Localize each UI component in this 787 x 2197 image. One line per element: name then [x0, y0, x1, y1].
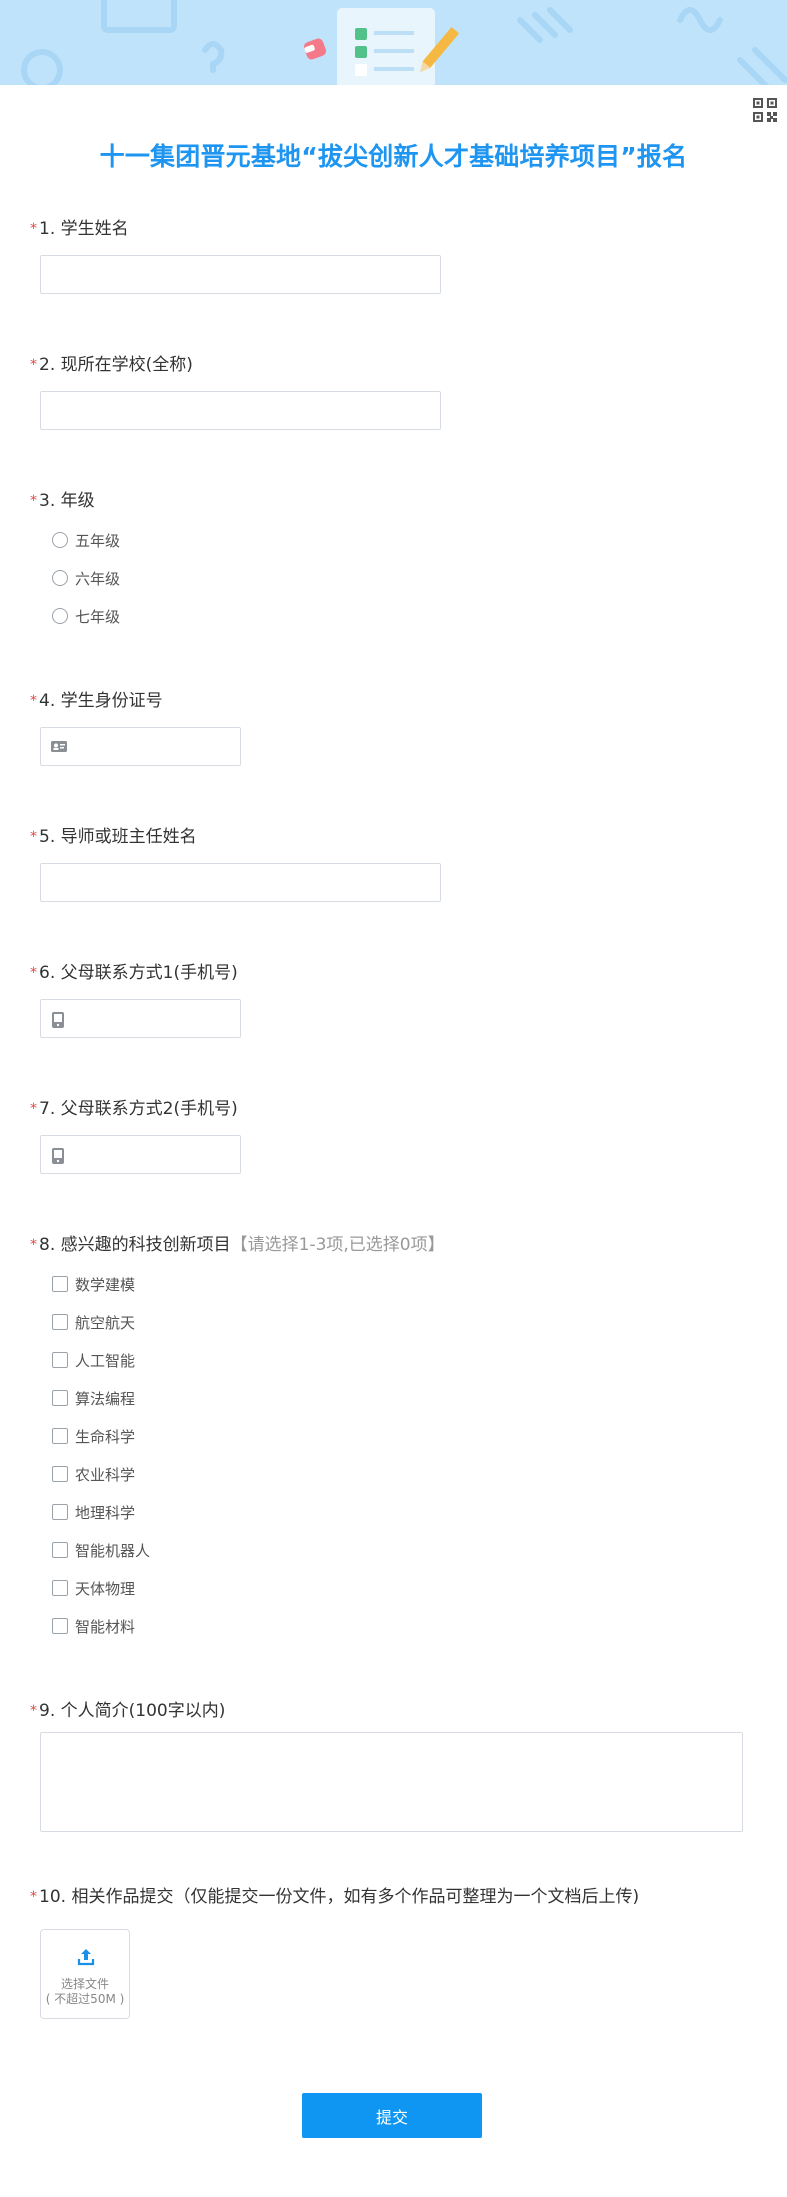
question-text: 10. 相关作品提交（仅能提交一份文件，如有多个作品可整理为一个文档后上传)	[39, 1887, 640, 1907]
question-4-label: * 4. 学生身份证号	[30, 686, 163, 711]
required-mark: *	[30, 493, 37, 509]
banner-illustration	[21, 0, 787, 85]
option-label: 智能材料	[75, 1617, 136, 1636]
question-7-label: * 7. 父母联系方式2(手机号)	[30, 1094, 238, 1119]
selection-hint: 【请选择1-3项,已选择0项】	[230, 1235, 445, 1255]
question-2-label: * 2. 现所在学校(全称)	[30, 350, 193, 375]
question-1-label: * 1. 学生姓名	[30, 214, 129, 239]
id-number-input[interactable]	[40, 727, 241, 766]
question-text: 6. 父母联系方式1(手机号)	[39, 963, 238, 983]
grade-option[interactable]: 五年级	[52, 529, 120, 551]
upload-limit: ( 不超过50M )	[45, 1992, 125, 2006]
checkbox[interactable]	[52, 1466, 68, 1482]
submit-button[interactable]: 提交	[302, 2093, 482, 2138]
checkbox[interactable]	[52, 1390, 68, 1406]
required-mark: *	[30, 693, 37, 709]
required-mark: *	[30, 1237, 37, 1253]
interest-option[interactable]: 地理科学	[52, 1501, 135, 1523]
required-mark: *	[30, 357, 37, 373]
option-label: 天体物理	[75, 1579, 136, 1598]
teacher-name-input[interactable]	[40, 863, 441, 902]
checkbox[interactable]	[52, 1504, 68, 1520]
self-introduction-textarea[interactable]	[40, 1732, 743, 1832]
interest-option[interactable]: 生命科学	[52, 1425, 135, 1447]
question-text: 1. 学生姓名	[39, 219, 129, 239]
question-6-label: * 6. 父母联系方式1(手机号)	[30, 958, 238, 983]
checkbox[interactable]	[52, 1428, 68, 1444]
student-name-input[interactable]	[40, 255, 441, 294]
required-mark: *	[30, 829, 37, 845]
question-text: 5. 导师或班主任姓名	[39, 827, 197, 847]
question-10-label: * 10. 相关作品提交（仅能提交一份文件，如有多个作品可整理为一个文档后上传)	[30, 1882, 639, 1907]
header-banner	[0, 0, 787, 85]
option-label: 七年级	[75, 607, 121, 626]
question-5-label: * 5. 导师或班主任姓名	[30, 822, 197, 847]
question-text: 8. 感兴趣的科技创新项目	[39, 1235, 231, 1255]
radio-button[interactable]	[52, 608, 68, 624]
file-upload-button[interactable]: 选择文件 ( 不超过50M )	[40, 1929, 130, 2019]
required-mark: *	[30, 1889, 37, 1905]
required-mark: *	[30, 965, 37, 981]
radio-button[interactable]	[52, 570, 68, 586]
question-text: 9. 个人简介(100字以内)	[39, 1701, 226, 1721]
option-label: 航空航天	[75, 1313, 136, 1332]
mobile-phone-icon	[52, 1148, 64, 1164]
question-text: 4. 学生身份证号	[39, 691, 163, 711]
interest-option[interactable]: 人工智能	[52, 1349, 135, 1371]
checkbox[interactable]	[52, 1276, 68, 1292]
checkbox[interactable]	[52, 1314, 68, 1330]
question-3-label: * 3. 年级	[30, 486, 95, 511]
parent-phone-2-input[interactable]	[40, 1135, 241, 1174]
question-text: 7. 父母联系方式2(手机号)	[39, 1099, 238, 1119]
question-text: 3. 年级	[39, 491, 95, 511]
option-label: 生命科学	[75, 1427, 136, 1446]
required-mark: *	[30, 221, 37, 237]
option-label: 智能机器人	[75, 1541, 151, 1560]
checkbox[interactable]	[52, 1352, 68, 1368]
checkbox[interactable]	[52, 1580, 68, 1596]
interest-option[interactable]: 天体物理	[52, 1577, 135, 1599]
checkbox[interactable]	[52, 1618, 68, 1634]
option-label: 五年级	[75, 531, 121, 550]
question-text: 2. 现所在学校(全称)	[39, 355, 193, 375]
option-label: 农业科学	[75, 1465, 136, 1484]
qr-code-icon[interactable]	[753, 98, 777, 122]
interest-option[interactable]: 算法编程	[52, 1387, 135, 1409]
question-9-label: * 9. 个人简介(100字以内)	[30, 1696, 225, 1721]
interest-option[interactable]: 智能材料	[52, 1615, 135, 1637]
school-name-input[interactable]	[40, 391, 441, 430]
grade-option[interactable]: 七年级	[52, 605, 120, 627]
grade-option[interactable]: 六年级	[52, 567, 120, 589]
option-label: 数学建模	[75, 1275, 136, 1294]
upload-icon	[77, 1949, 95, 1966]
required-mark: *	[30, 1101, 37, 1117]
id-card-icon	[51, 741, 67, 752]
required-mark: *	[30, 1703, 37, 1719]
form-title: 十一集团晋元基地“拔尖创新人才基础培养项目”报名	[99, 142, 688, 171]
option-label: 算法编程	[75, 1389, 136, 1408]
interest-option[interactable]: 智能机器人	[52, 1539, 150, 1561]
interest-option[interactable]: 农业科学	[52, 1463, 135, 1485]
parent-phone-1-input[interactable]	[40, 999, 241, 1038]
interest-option[interactable]: 数学建模	[52, 1273, 135, 1295]
mobile-phone-icon	[52, 1012, 64, 1028]
option-label: 人工智能	[75, 1351, 136, 1370]
interest-option[interactable]: 航空航天	[52, 1311, 135, 1333]
checkbox[interactable]	[52, 1542, 68, 1558]
radio-button[interactable]	[52, 532, 68, 548]
option-label: 地理科学	[75, 1503, 136, 1522]
question-8-label: * 8. 感兴趣的科技创新项目【请选择1-3项,已选择0项】	[30, 1230, 445, 1255]
option-label: 六年级	[75, 569, 121, 588]
